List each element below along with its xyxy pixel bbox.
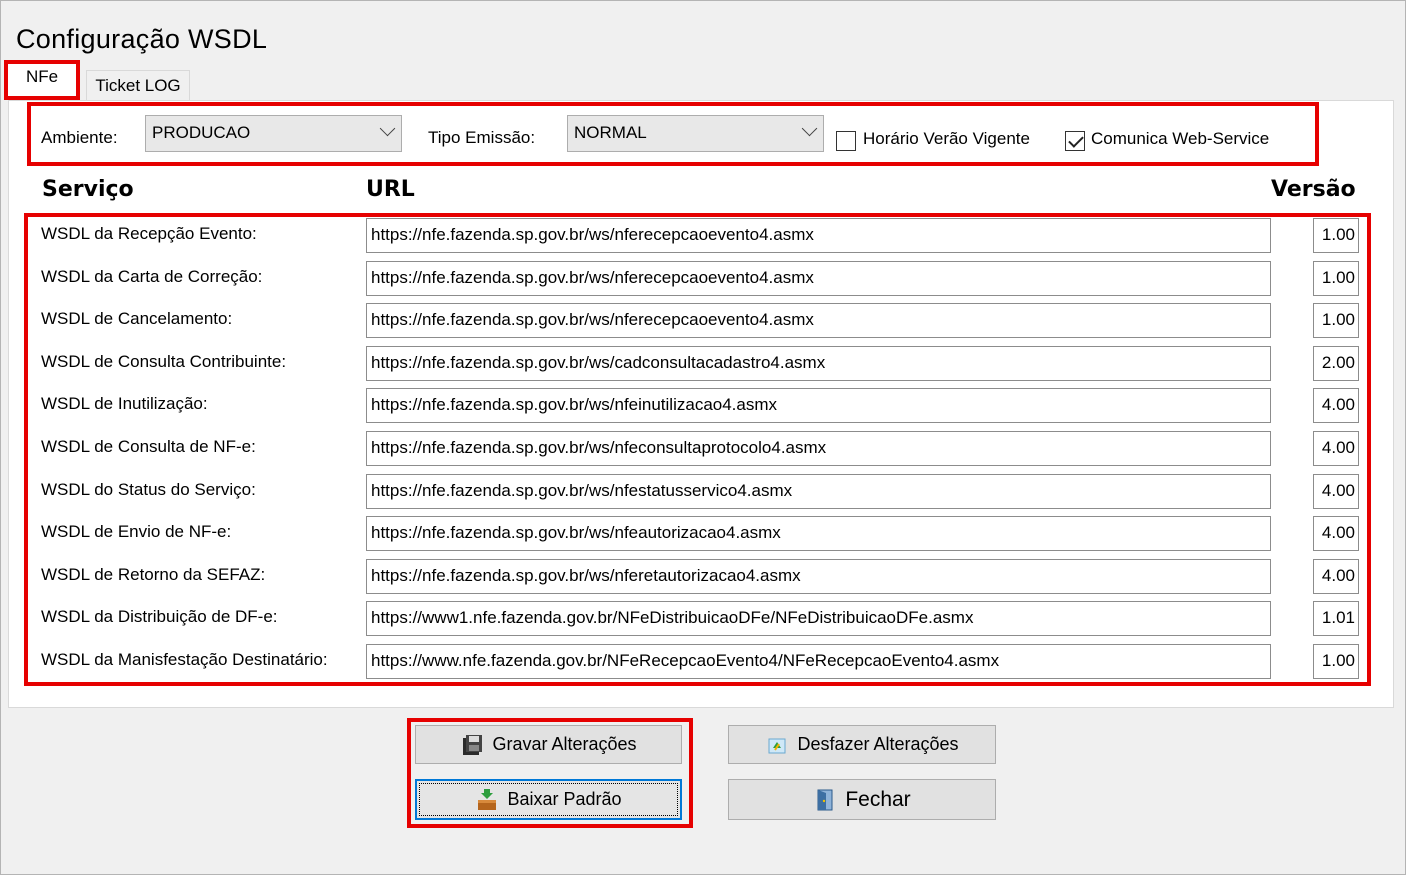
row-servico-label: WSDL de Inutilização: xyxy=(41,394,208,413)
door-exit-icon xyxy=(813,788,837,812)
header-servico: Serviço xyxy=(42,177,134,202)
row-url-input[interactable]: https://nfe.fazenda.sp.gov.br/ws/nferece… xyxy=(366,261,1271,296)
row-url-input[interactable]: https://www1.nfe.fazenda.gov.br/NFeDistr… xyxy=(366,601,1271,636)
tipo-emissao-select[interactable]: NORMAL xyxy=(567,115,824,152)
row-servico-label: WSDL de Envio de NF-e: xyxy=(41,522,232,541)
floppy-disk-icon xyxy=(460,733,484,757)
row-url-input[interactable]: https://nfe.fazenda.sp.gov.br/ws/cadcons… xyxy=(366,346,1271,381)
baixar-padrao-button[interactable]: Baixar Padrão xyxy=(415,779,682,820)
row-servico-label: WSDL de Retorno da SEFAZ: xyxy=(41,565,266,584)
row-versao-input[interactable]: 4.00 xyxy=(1313,516,1359,551)
row-servico-label: WSDL de Consulta Contribuinte: xyxy=(41,352,287,371)
row-versao-input[interactable]: 1.00 xyxy=(1313,303,1359,338)
chevron-down-icon xyxy=(801,120,818,137)
horario-verao-label[interactable]: Horário Verão Vigente xyxy=(863,129,1030,149)
tab-ticket-log-label: Ticket LOG xyxy=(95,76,181,95)
fechar-button[interactable]: Fechar xyxy=(728,779,996,820)
row-versao-input[interactable]: 1.01 xyxy=(1313,601,1359,636)
row-servico-label: WSDL de Consulta de NF-e: xyxy=(41,437,256,456)
row-url-input[interactable]: https://nfe.fazenda.sp.gov.br/ws/nferece… xyxy=(366,303,1271,338)
row-servico-label: WSDL da Recepção Evento: xyxy=(41,224,257,243)
row-servico-label: WSDL da Manisfestação Destinatário: xyxy=(41,650,328,669)
comunica-webservice-label[interactable]: Comunica Web-Service xyxy=(1091,129,1269,149)
row-url-input[interactable]: https://nfe.fazenda.sp.gov.br/ws/nfereta… xyxy=(366,559,1271,594)
row-servico-label: WSDL da Distribuição de DF-e: xyxy=(41,607,278,626)
chevron-down-icon xyxy=(379,120,396,137)
row-versao-input[interactable]: 4.00 xyxy=(1313,388,1359,423)
row-url-input[interactable]: https://nfe.fazenda.sp.gov.br/ws/nferece… xyxy=(366,218,1271,253)
tab-nfe[interactable]: NFe xyxy=(4,60,80,100)
tab-nfe-label: NFe xyxy=(25,67,59,86)
fechar-label: Fechar xyxy=(845,787,911,811)
row-versao-input[interactable]: 4.00 xyxy=(1313,474,1359,509)
row-servico-label: WSDL da Carta de Correção: xyxy=(41,267,263,286)
row-url-input[interactable]: https://nfe.fazenda.sp.gov.br/ws/nfeauto… xyxy=(366,516,1271,551)
tipo-emissao-value: NORMAL xyxy=(574,123,647,142)
row-versao-input[interactable]: 1.00 xyxy=(1313,644,1359,679)
checkmark-icon xyxy=(1068,132,1084,148)
horario-verao-checkbox[interactable] xyxy=(836,131,856,151)
gravar-alteracoes-label: Gravar Alterações xyxy=(492,734,637,754)
desfazer-alteracoes-label: Desfazer Alterações xyxy=(797,734,959,754)
row-servico-label: WSDL de Cancelamento: xyxy=(41,309,233,328)
gravar-alteracoes-button[interactable]: Gravar Alterações xyxy=(415,725,682,764)
tab-ticket-log[interactable]: Ticket LOG xyxy=(86,70,190,101)
row-versao-input[interactable]: 1.00 xyxy=(1313,218,1359,253)
tipo-emissao-label: Tipo Emissão: xyxy=(428,128,536,147)
header-url: URL xyxy=(366,177,415,202)
undo-icon xyxy=(765,733,789,757)
row-url-input[interactable]: https://www.nfe.fazenda.gov.br/NFeRecepc… xyxy=(366,644,1271,679)
row-versao-input[interactable]: 2.00 xyxy=(1313,346,1359,381)
desfazer-alteracoes-button[interactable]: Desfazer Alterações xyxy=(728,725,996,764)
row-url-input[interactable]: https://nfe.fazenda.sp.gov.br/ws/nfecons… xyxy=(366,431,1271,466)
row-servico-label: WSDL do Status do Serviço: xyxy=(41,480,256,499)
row-versao-input[interactable]: 4.00 xyxy=(1313,559,1359,594)
comunica-webservice-checkbox[interactable] xyxy=(1065,131,1085,151)
window-title: Configuração WSDL xyxy=(16,24,268,54)
row-versao-input[interactable]: 1.00 xyxy=(1313,261,1359,296)
focus-rect xyxy=(419,783,678,816)
row-versao-input[interactable]: 4.00 xyxy=(1313,431,1359,466)
ambiente-value: PRODUCAO xyxy=(152,123,251,142)
download-box-icon xyxy=(475,788,499,812)
row-url-input[interactable]: https://nfe.fazenda.sp.gov.br/ws/nfeinut… xyxy=(366,388,1271,423)
ambiente-select[interactable]: PRODUCAO xyxy=(145,115,402,152)
ambiente-label: Ambiente: xyxy=(41,128,118,147)
header-versao: Versão xyxy=(1271,177,1356,202)
row-url-input[interactable]: https://nfe.fazenda.sp.gov.br/ws/nfestat… xyxy=(366,474,1271,509)
